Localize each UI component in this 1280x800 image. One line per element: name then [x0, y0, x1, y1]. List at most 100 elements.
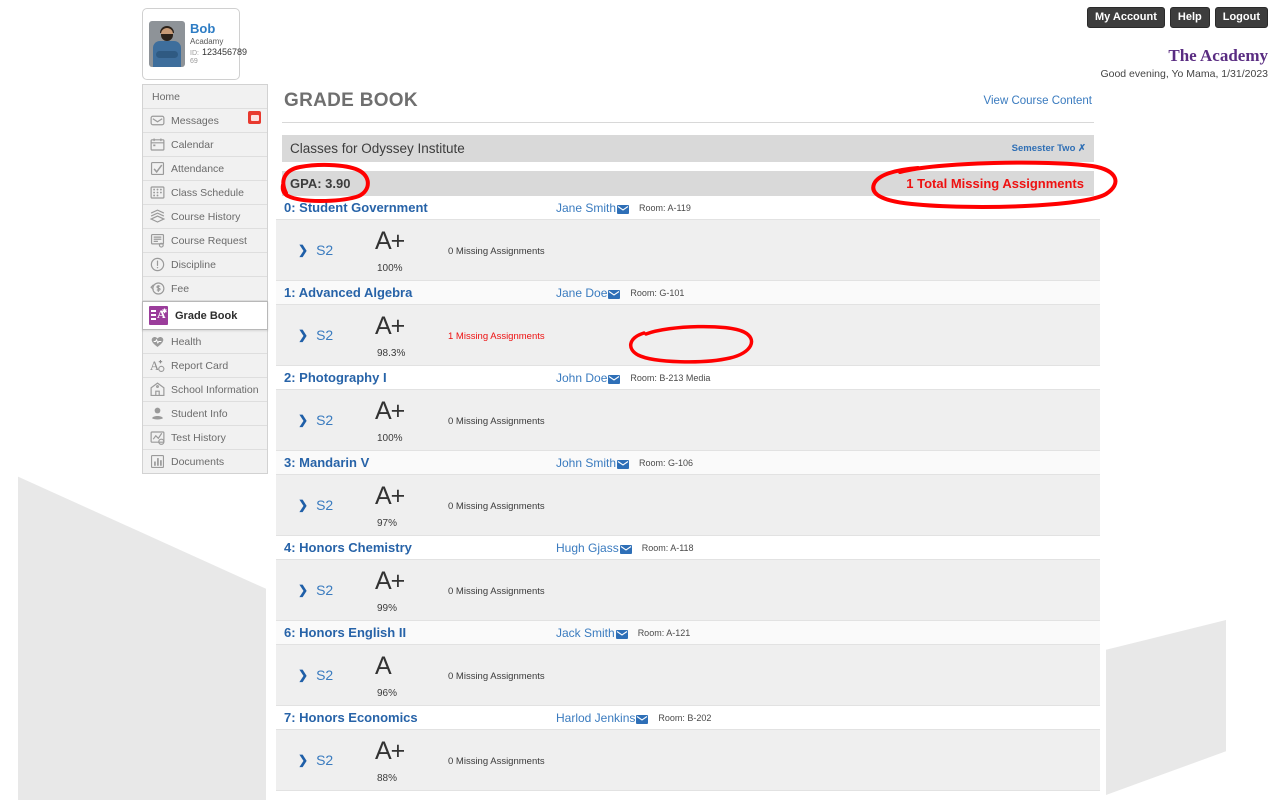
letter-grade: A+ — [375, 737, 405, 765]
sidebar-item-grade-book[interactable]: A ✱ Grade Book — [142, 301, 268, 330]
term-link[interactable]: S2 — [316, 497, 333, 513]
sidebar-item-course-history[interactable]: Course History — [143, 205, 267, 229]
sidebar-item-label: Documents — [171, 455, 225, 468]
student-id-number: 123456789 — [201, 46, 248, 57]
chevron-right-icon[interactable]: ❯ — [298, 243, 308, 257]
course-name-link[interactable]: 1: Advanced Algebra — [284, 285, 556, 300]
teacher-link[interactable]: Harlod Jenkins — [556, 711, 649, 725]
sidebar-item-attendance[interactable]: Attendance — [143, 157, 267, 181]
teacher-link[interactable]: Jack Smith — [556, 626, 628, 640]
teacher-name: Hugh Gjass — [556, 540, 619, 555]
term-column: ❯ S2 — [276, 475, 363, 535]
course-name-link[interactable]: 0: Student Government — [284, 200, 556, 215]
teacher-name: John Smith — [556, 455, 617, 470]
sidebar-item-discipline[interactable]: Discipline — [143, 253, 267, 277]
main-panel: GRADE BOOK View Course Content Classes f… — [276, 84, 1100, 791]
sidebar-item-label: Test History — [171, 431, 226, 444]
term-link[interactable]: S2 — [316, 752, 333, 768]
help-button[interactable]: Help — [1169, 7, 1210, 29]
chevron-right-icon[interactable]: ❯ — [298, 583, 308, 597]
sidebar-item-test-history[interactable]: Test History — [143, 426, 267, 450]
view-course-content-link[interactable]: View Course Content — [984, 95, 1092, 107]
page-title: GRADE BOOK — [284, 90, 418, 111]
envelope-icon[interactable] — [635, 711, 649, 725]
grid-icon — [149, 184, 171, 201]
top-nav: My Account Help Logout — [1086, 7, 1268, 29]
course-header-row: 6: Honors English II Jack Smith Room: A-12… — [276, 621, 1100, 645]
avatar — [149, 21, 185, 67]
teacher-link[interactable]: Hugh Gjass — [556, 541, 632, 555]
sidebar-item-messages[interactable]: Messages — [143, 109, 267, 133]
student-school: Acadamy — [190, 37, 224, 47]
gpa-value: GPA: 3.90 — [290, 176, 351, 191]
chevron-right-icon[interactable]: ❯ — [298, 668, 308, 682]
sidebar-item-report-card[interactable]: A Report Card — [143, 354, 267, 378]
sidebar-item-label: Course Request — [171, 234, 247, 247]
chevron-right-icon[interactable]: ❯ — [298, 498, 308, 512]
school-icon — [149, 381, 171, 398]
sidebar-item-health[interactable]: Health — [143, 330, 267, 354]
term-link[interactable]: S2 — [316, 667, 333, 683]
form-icon — [149, 232, 171, 249]
a-plus-icon: A — [149, 357, 171, 374]
envelope-icon[interactable] — [607, 371, 621, 385]
teacher-link[interactable]: John Doe — [556, 371, 621, 385]
sidebar-item-class-schedule[interactable]: Class Schedule — [143, 181, 267, 205]
envelope-icon[interactable] — [619, 541, 632, 555]
room-label: Room: B-202 — [658, 712, 712, 723]
percent-grade: 100% — [377, 433, 403, 444]
chevron-down-icon: ✗ — [1078, 143, 1086, 154]
percent-grade: 98.3% — [377, 348, 406, 359]
sidebar-item-label: Home — [152, 90, 181, 103]
course-name-link[interactable]: 6: Honors English II — [284, 625, 556, 640]
sidebar-item-home[interactable]: Home — [143, 85, 267, 109]
chevron-right-icon[interactable]: ❯ — [298, 328, 308, 342]
student-card[interactable]: Bob Acadamy ID: 69 123456789 — [142, 8, 247, 80]
sidebar-item-label: Class Schedule — [171, 186, 244, 199]
term-link[interactable]: S2 — [316, 327, 333, 343]
my-account-button[interactable]: My Account — [1086, 7, 1165, 29]
sidebar-item-calendar[interactable]: Calendar — [143, 133, 267, 157]
chevron-right-icon[interactable]: ❯ — [298, 753, 308, 767]
classes-title: Classes for Odyssey Institute — [290, 141, 465, 156]
brand-title: The Academy — [1168, 46, 1268, 65]
grade-column: A 96% — [363, 645, 448, 705]
term-column: ❯ S2 — [276, 390, 363, 450]
missing-assignments-label: 0 Missing Assignments — [448, 245, 545, 257]
course-name-link[interactable]: 3: Mandarin V — [284, 455, 556, 470]
missing-assignments-label: 0 Missing Assignments — [448, 585, 545, 597]
missing-assignments-label: 0 Missing Assignments — [448, 415, 545, 427]
envelope-icon[interactable] — [607, 286, 621, 300]
sidebar-item-label: Discipline — [171, 258, 216, 271]
teacher-link[interactable]: John Smith — [556, 455, 630, 470]
letter-grade: A+ — [375, 227, 405, 255]
chevron-right-icon[interactable]: ❯ — [298, 413, 308, 427]
sidebar-item-school-information[interactable]: School Information — [143, 378, 267, 402]
classes-bar: Classes for Odyssey Institute Semester T… — [282, 135, 1094, 162]
teacher-link[interactable]: Jane Doe — [556, 286, 621, 300]
person-icon — [149, 405, 171, 422]
logout-button[interactable]: Logout — [1214, 7, 1268, 29]
teacher-link[interactable]: Jane Smith — [556, 201, 630, 215]
term-link[interactable]: S2 — [316, 582, 333, 598]
envelope-icon — [149, 112, 171, 129]
envelope-icon[interactable] — [616, 201, 630, 215]
course-term-row: ❯ S2 A+ 100% 0 Missing Assignments — [276, 220, 1100, 281]
sidebar: Home Messages Calendar Attendance Class Sche… — [142, 84, 268, 474]
sidebar-item-documents[interactable]: Documents — [143, 450, 267, 473]
envelope-icon[interactable] — [616, 456, 630, 470]
sidebar-item-student-info[interactable]: Student Info — [143, 402, 267, 426]
letter-grade: A+ — [375, 397, 405, 425]
course-name-link[interactable]: 7: Honors Economics — [284, 710, 556, 725]
books-icon — [149, 208, 171, 225]
envelope-icon[interactable] — [615, 626, 628, 640]
term-link[interactable]: S2 — [316, 412, 333, 428]
course-name-link[interactable]: 2: Photography I — [284, 370, 556, 385]
room-label: Room: A-119 — [639, 202, 691, 213]
decorative-shape-left — [18, 476, 266, 800]
course-name-link[interactable]: 4: Honors Chemistry — [284, 540, 556, 555]
semester-dropdown[interactable]: Semester Two ✗ — [1012, 143, 1086, 154]
sidebar-item-course-request[interactable]: Course Request — [143, 229, 267, 253]
sidebar-item-fee[interactable]: Fee — [143, 277, 267, 301]
term-link[interactable]: S2 — [316, 242, 333, 258]
